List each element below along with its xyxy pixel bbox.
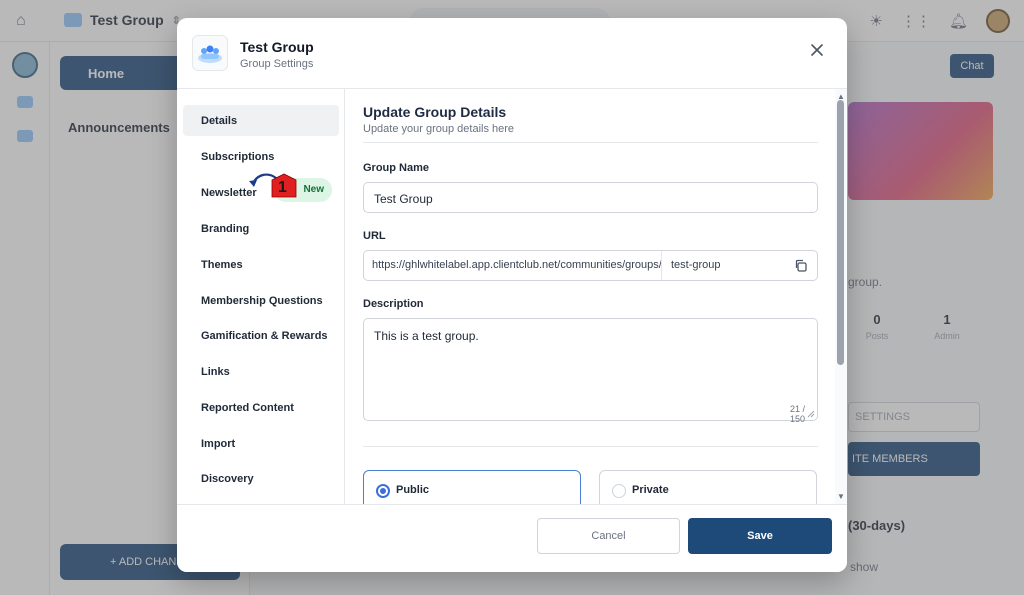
step-marker: 1 (246, 170, 298, 205)
nav-item-branding[interactable]: Branding (183, 213, 339, 244)
description-textarea[interactable]: This is a test group. 21 / 150 (363, 318, 818, 424)
nav-item-links[interactable]: Links (183, 356, 339, 387)
description-label: Description (363, 298, 424, 310)
url-slug-input[interactable]: test-group (671, 259, 721, 271)
nav-item-reported-content[interactable]: Reported Content (183, 392, 339, 423)
nav-item-membership-questions[interactable]: Membership Questions (183, 285, 339, 316)
url-prefix: https://ghlwhitelabel.app.clientclub.net… (364, 251, 662, 280)
divider (363, 142, 818, 143)
settings-nav: Details Subscriptions Newsletter Brandin… (177, 89, 345, 504)
nav-item-import[interactable]: Import (183, 428, 339, 459)
section-title: Update Group Details (363, 104, 507, 120)
divider (363, 446, 818, 447)
save-button[interactable]: Save (688, 518, 832, 554)
resize-handle-icon[interactable] (807, 410, 815, 418)
cancel-button[interactable]: Cancel (537, 518, 680, 554)
section-subtitle: Update your group details here (363, 123, 515, 135)
radio-unselected-icon (612, 484, 626, 498)
nav-item-subscriptions[interactable]: Subscriptions (183, 141, 339, 172)
url-label: URL (363, 230, 386, 242)
details-panel: Update Group Details Update your group d… (345, 89, 847, 510)
group-logo-icon (192, 35, 228, 71)
private-label: Private (632, 484, 669, 496)
nav-item-discovery[interactable]: Discovery (183, 463, 339, 494)
scrollbar-thumb[interactable] (837, 100, 844, 365)
nav-item-gamification-rewards[interactable]: Gamification & Rewards (183, 320, 339, 351)
url-field: https://ghlwhitelabel.app.clientclub.net… (363, 250, 818, 281)
scroll-down-icon[interactable]: ▼ (837, 492, 845, 501)
public-label: Public (396, 484, 430, 496)
nav-item-themes[interactable]: Themes (183, 249, 339, 280)
description-value: This is a test group. (374, 329, 479, 343)
modal-title: Test Group (240, 39, 314, 55)
group-name-input[interactable]: Test Group (363, 182, 818, 213)
step-number: 1 (278, 179, 287, 196)
radio-selected-icon (376, 484, 390, 498)
copy-icon[interactable] (794, 259, 808, 273)
group-name-label: Group Name (363, 162, 430, 174)
modal-header: Test Group Group Settings (177, 18, 847, 89)
group-settings-modal: Test Group Group Settings Details Subscr… (177, 18, 847, 572)
nav-item-details[interactable]: Details (183, 105, 339, 136)
modal-subtitle: Group Settings (240, 58, 314, 70)
modal-footer: Cancel Save (177, 504, 847, 572)
close-icon[interactable] (807, 40, 827, 60)
